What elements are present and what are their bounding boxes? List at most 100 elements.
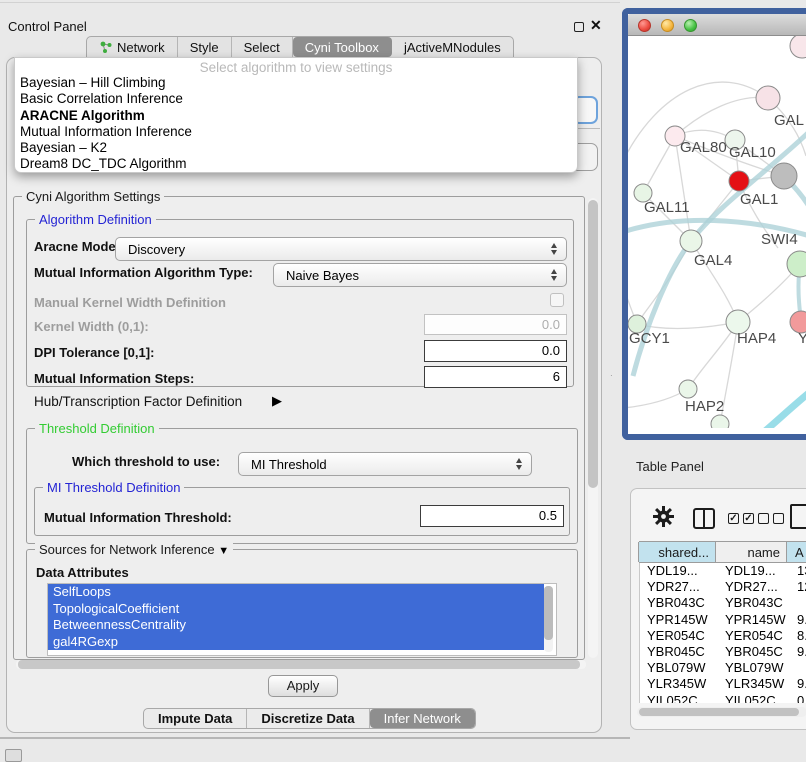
which-threshold-combo[interactable]: MI Threshold bbox=[238, 452, 532, 476]
table-cell: YPR145W bbox=[640, 612, 718, 628]
dropdown-item[interactable]: ARACNE Algorithm bbox=[15, 108, 577, 124]
network-node-hap2[interactable] bbox=[679, 380, 697, 398]
tab-discretize-data[interactable]: Discretize Data bbox=[247, 709, 369, 728]
node-label: GAL11 bbox=[644, 199, 690, 216]
deselect-all-checkboxes-icon[interactable] bbox=[758, 513, 784, 524]
tab-infer-network[interactable]: Infer Network bbox=[370, 709, 475, 728]
combo-spinner-icon bbox=[551, 243, 557, 255]
horizontal-scrollbar-thumb[interactable] bbox=[18, 660, 580, 669]
table-row[interactable]: YDR27...YDR27...12 bbox=[640, 579, 806, 595]
node-table: shared... name A YDL19...YDL19...13YDR27… bbox=[639, 541, 806, 703]
dpi-tolerance-field[interactable]: 0.0 bbox=[424, 340, 567, 362]
select-all-checkboxes-icon[interactable]: ✓ ✓ bbox=[728, 513, 754, 524]
network-node[interactable] bbox=[711, 415, 729, 428]
attribute-list-item[interactable]: SelfLoops bbox=[48, 584, 544, 601]
network-edge[interactable] bbox=[764, 392, 806, 428]
close-icon[interactable]: ✕ bbox=[590, 17, 602, 34]
table-body[interactable]: YDL19...YDL19...13YDR27...YDR27...12YBR0… bbox=[639, 563, 806, 703]
close-traffic-light-icon[interactable] bbox=[638, 19, 651, 32]
node-label: HAP2 bbox=[685, 398, 724, 415]
network-node[interactable] bbox=[771, 163, 797, 189]
tab-impute-data[interactable]: Impute Data bbox=[144, 709, 247, 728]
apply-button[interactable]: Apply bbox=[268, 675, 338, 697]
table-row[interactable]: YLR345WYLR345W9. bbox=[640, 676, 806, 692]
which-threshold-label: Which threshold to use: bbox=[72, 454, 220, 469]
network-node-gal[interactable] bbox=[756, 86, 780, 110]
settings-scrollbar-thumb[interactable] bbox=[588, 200, 598, 488]
table-horizontal-scrollbar[interactable] bbox=[637, 707, 806, 717]
pane-splitter-handle[interactable]: · bbox=[610, 371, 614, 375]
table-row[interactable]: YPR145WYPR145W9. bbox=[640, 612, 806, 628]
network-edge[interactable] bbox=[675, 97, 768, 136]
group-title: Cyni Algorithm Settings bbox=[22, 189, 164, 204]
network-canvas[interactable]: GALGAL80GAL10GAL1GAL11GAL4SWI4GCY1HAP4YH… bbox=[628, 36, 806, 428]
network-graph[interactable]: GALGAL80GAL10GAL1GAL11GAL4SWI4GCY1HAP4YH… bbox=[628, 36, 806, 428]
column-header-partial[interactable]: A bbox=[786, 542, 806, 562]
combo-spinner-icon bbox=[551, 269, 557, 281]
columns-icon[interactable] bbox=[693, 508, 715, 529]
data-attributes-list[interactable]: SelfLoopsTopologicalCoefficientBetweenne… bbox=[47, 583, 557, 656]
dropdown-item[interactable]: Bayesian – K2 bbox=[15, 140, 577, 156]
attribute-list-item[interactable]: gal4RGexp bbox=[48, 634, 544, 651]
column-header-shared-name[interactable]: shared... bbox=[638, 542, 716, 562]
table-panel-title: Table Panel bbox=[636, 459, 704, 474]
document-icon[interactable] bbox=[790, 504, 806, 529]
network-node-gal4[interactable] bbox=[680, 230, 702, 252]
dropdown-item[interactable]: Dream8 DC_TDC Algorithm bbox=[15, 156, 577, 172]
table-header-row: shared... name A bbox=[639, 541, 806, 563]
network-node-swi4[interactable] bbox=[787, 251, 806, 277]
collapse-arrow-icon[interactable]: ▼ bbox=[218, 545, 229, 557]
table-cell: YDR27... bbox=[640, 579, 718, 595]
expand-arrow-icon[interactable]: ▶ bbox=[272, 393, 282, 409]
tab-select[interactable]: Select bbox=[232, 37, 293, 57]
table-cell: YLR345W bbox=[640, 676, 718, 692]
mi-type-combo[interactable]: Naive Bayes bbox=[273, 263, 567, 287]
table-scrollbar-thumb[interactable] bbox=[639, 708, 799, 716]
table-cell: YIL052C bbox=[718, 693, 790, 704]
attribute-list-item[interactable]: BetweennessCentrality bbox=[48, 617, 544, 634]
tab-style[interactable]: Style bbox=[178, 37, 232, 57]
aracne-mode-combo[interactable]: Discovery bbox=[115, 237, 567, 261]
mi-threshold-label: Mutual Information Threshold: bbox=[44, 510, 232, 525]
table-row[interactable]: YBR043CYBR043C bbox=[640, 595, 806, 611]
dropdown-item[interactable]: Basic Correlation Inference bbox=[15, 91, 577, 107]
minimize-traffic-light-icon[interactable] bbox=[661, 19, 674, 32]
manual-kernel-label: Manual Kernel Width Definition bbox=[34, 295, 226, 310]
table-row[interactable]: YBR045CYBR045C9. bbox=[640, 644, 806, 660]
zoom-traffic-light-icon[interactable] bbox=[684, 19, 697, 32]
mi-type-label: Mutual Information Algorithm Type: bbox=[34, 265, 253, 280]
table-row[interactable]: YIL052CYIL052C0. bbox=[640, 693, 806, 704]
settings-horizontal-scrollbar[interactable] bbox=[16, 660, 586, 669]
algorithm-dropdown-list: Select algorithm to view settings Bayesi… bbox=[14, 57, 578, 173]
mi-threshold-field[interactable]: 0.5 bbox=[420, 505, 564, 527]
list-scrollbar-thumb[interactable] bbox=[544, 586, 553, 640]
table-row[interactable]: YER054CYER054C8. bbox=[640, 628, 806, 644]
table-cell: 13 bbox=[790, 563, 806, 579]
table-row[interactable]: YBL079WYBL079W bbox=[640, 660, 806, 676]
table-panel: ✓ ✓ shared... name A YDL19...YDL19...13Y… bbox=[630, 488, 806, 730]
attribute-list-item[interactable]: TopologicalCoefficient bbox=[48, 601, 544, 618]
network-window-titlebar[interactable] bbox=[628, 14, 806, 36]
dropdown-item[interactable]: Bayesian – Hill Climbing bbox=[15, 75, 577, 91]
float-window-icon[interactable] bbox=[574, 22, 584, 32]
tab-network[interactable]: Network bbox=[87, 37, 178, 57]
table-row[interactable]: YDL19...YDL19...13 bbox=[640, 563, 806, 579]
tab-jactivemnodules[interactable]: jActiveMNodules bbox=[392, 37, 513, 57]
tab-label: Network bbox=[117, 40, 165, 55]
settings-scrollbar[interactable] bbox=[588, 198, 598, 658]
kernel-width-field[interactable]: 0.0 bbox=[424, 314, 567, 335]
column-header-name[interactable]: name bbox=[715, 542, 787, 562]
mi-steps-field[interactable]: 6 bbox=[424, 366, 567, 388]
network-node-gal1[interactable] bbox=[729, 171, 749, 191]
minimized-panel-icon[interactable] bbox=[5, 749, 22, 762]
group-title: MI Threshold Definition bbox=[43, 480, 184, 495]
manual-kernel-checkbox[interactable] bbox=[550, 293, 564, 307]
node-label: GAL10 bbox=[729, 144, 776, 161]
network-node[interactable] bbox=[790, 36, 806, 58]
dropdown-item[interactable]: Mutual Information Inference bbox=[15, 124, 577, 140]
list-scrollbar[interactable] bbox=[544, 586, 553, 652]
tab-cyni-toolbox[interactable]: Cyni Toolbox bbox=[293, 37, 392, 57]
network-edge[interactable] bbox=[688, 322, 738, 389]
gear-icon[interactable] bbox=[653, 506, 674, 527]
hub-definition-label: Hub/Transcription Factor Definition bbox=[34, 394, 242, 409]
